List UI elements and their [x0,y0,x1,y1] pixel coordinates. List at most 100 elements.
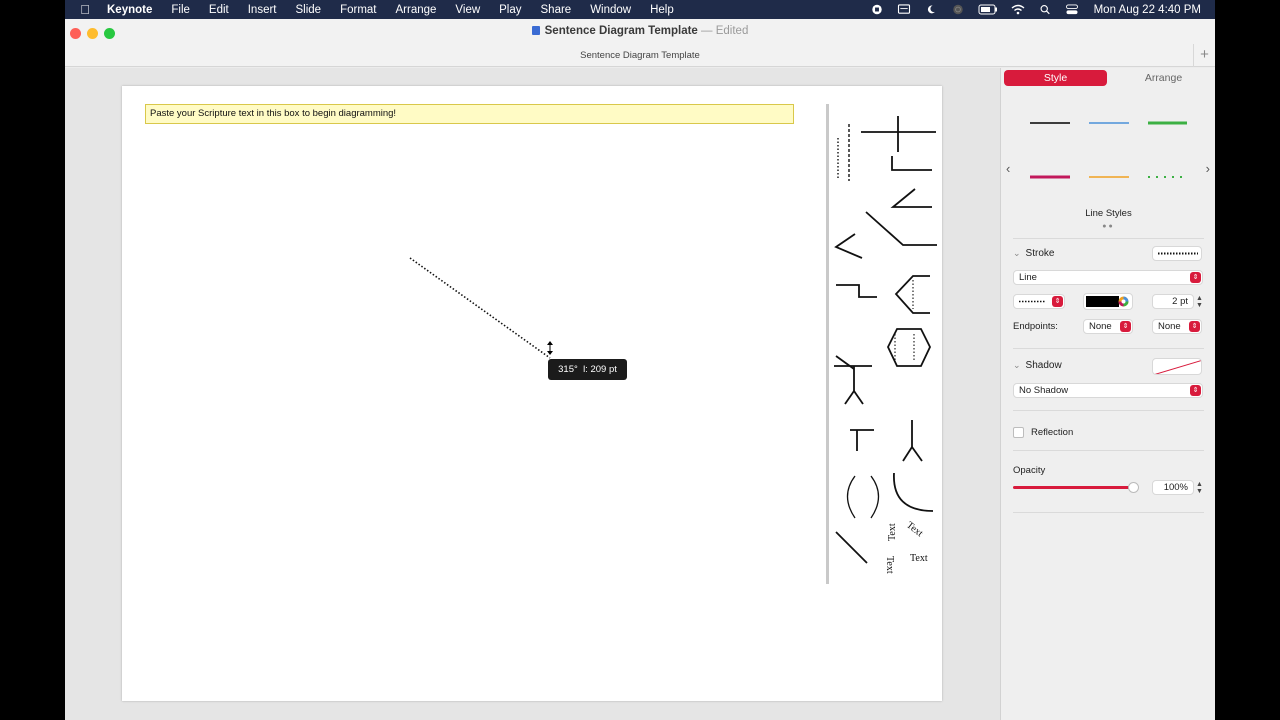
menu-insert[interactable]: Insert [248,4,277,16]
line-angle-length-tooltip: 315° l: 209 pt [548,359,627,380]
palette-text-vertical-down[interactable]: Text [884,556,895,574]
palette-arrow-pentagon[interactable] [894,275,930,314]
search-icon[interactable] [1038,4,1052,15]
dash-style-select[interactable]: ⇕ [1013,294,1065,309]
resize-cursor-icon [547,341,553,355]
palette-cross-baseline[interactable] [861,116,936,152]
apple-icon[interactable]:  [73,2,97,17]
opacity-field[interactable]: 100% [1152,480,1194,495]
palette-step-line[interactable] [836,284,877,298]
palette-text-vertical-up[interactable]: Text [887,523,898,541]
do-not-disturb-icon[interactable] [924,4,938,15]
shadow-preset-button[interactable] [1152,358,1202,375]
palette-corner-line[interactable] [891,156,932,171]
opacity-slider-knob[interactable] [1127,482,1139,493]
menu-bar-status: Mon Aug 22 4:40 PM [870,0,1201,19]
no-shadow-slash-icon [1154,360,1201,374]
screen:  Keynote File Edit Insert Slide Format … [0,0,1280,720]
shadow-select[interactable]: No Shadow ⇕ [1013,383,1203,398]
opacity-label: Opacity [1013,465,1046,476]
document-name: Sentence Diagram Template [544,25,698,37]
end-endpoint-select[interactable]: None ⇕ [1152,319,1202,334]
keynote-window: Sentence Diagram Template — Edited Sente… [65,19,1215,720]
chevron-right-icon[interactable]: › [1206,161,1210,176]
opacity-stepper[interactable]: ▲ ▼ [1196,481,1203,495]
battery-icon[interactable] [978,4,998,15]
menu-arrange[interactable]: Arrange [396,4,437,16]
inspector-tabs: Style Arrange [1004,70,1209,86]
shadow-heading: Shadow [1025,360,1062,371]
stroke-heading: Stroke [1025,248,1055,259]
reflection-checkbox[interactable] [1013,427,1024,438]
palette-diagonal-line[interactable] [835,531,868,564]
opacity-slider[interactable] [1013,486,1133,489]
separator [1013,348,1204,349]
edited-label: Edited [715,25,749,37]
menu-help[interactable]: Help [650,4,674,16]
tab-document[interactable]: Sentence Diagram Template [65,50,1215,61]
dotted-line-being-drawn[interactable] [409,257,551,359]
menu-window[interactable]: Window [590,4,631,16]
stroke-section-header[interactable]: ⌄ Stroke [1013,248,1054,259]
menu-share[interactable]: Share [541,4,572,16]
shadow-section-header[interactable]: ⌄ Shadow [1013,360,1062,371]
dotted-stroke-preview-icon [1158,252,1198,255]
document-separator: — [701,25,713,37]
palette-slant-baseline[interactable] [890,188,932,208]
slide[interactable]: Paste your Scripture text in this box to… [122,86,942,701]
palette-angled-modifier[interactable] [865,211,937,246]
stroke-preset-button[interactable] [1152,246,1202,261]
separator [1013,410,1204,411]
palette-text-diagonal[interactable]: Text [904,520,925,540]
format-inspector: Style Arrange ‹ › Line Styles ●● ⌄ Stroke [1000,68,1215,720]
display-icon[interactable] [897,4,911,15]
tab-arrange[interactable]: Arrange [1112,70,1215,86]
page-indicator-dots[interactable]: ●● [1001,223,1216,230]
menu-edit[interactable]: Edit [209,4,229,16]
palette-text-horizontal[interactable]: Text [910,553,928,564]
add-tab-button[interactable]: + [1193,44,1215,67]
control-center-icon[interactable] [1065,4,1079,15]
menu-play[interactable]: Play [499,4,521,16]
color-wheel-icon[interactable] [1118,296,1129,307]
palette-chevron[interactable] [834,233,863,259]
stroke-color-swatch [1086,296,1119,307]
stroke-width-value: 2 pt [1172,296,1188,307]
stop-recording-icon[interactable] [870,4,884,15]
stroke-type-select[interactable]: Line ⇕ [1013,270,1203,285]
start-endpoint-select[interactable]: None ⇕ [1083,319,1133,334]
keynote-document-icon [531,26,540,35]
menu-clock[interactable]: Mon Aug 22 4:40 PM [1094,4,1201,16]
airdrop-icon[interactable] [951,4,965,15]
reflection-label: Reflection [1031,427,1074,438]
menu-file[interactable]: File [171,4,190,16]
document-title[interactable]: Sentence Diagram Template — Edited [65,25,1215,37]
palette-curved-line[interactable] [893,472,934,512]
palette-t-shape[interactable] [850,429,874,451]
menu-view[interactable]: View [455,4,480,16]
palette-vertical-dotted-lines[interactable] [837,124,850,181]
menu-app-name[interactable]: Keynote [107,4,152,16]
menu-slide[interactable]: Slide [296,4,322,16]
stroke-width-stepper[interactable]: ▲ ▼ [1196,295,1203,309]
stroke-color-well[interactable] [1083,293,1133,310]
popup-arrows-icon: ⇕ [1052,296,1063,307]
slide-canvas[interactable]: Paste your Scripture text in this box to… [65,68,1000,720]
separator [1013,238,1204,239]
menu-format[interactable]: Format [340,4,376,16]
palette-parentheses[interactable] [846,475,880,519]
popup-arrows-icon: ⇕ [1189,321,1200,332]
disclosure-chevron-icon: ⌄ [1013,248,1021,258]
chevron-left-icon[interactable]: ‹ [1006,161,1010,176]
palette-inverted-y[interactable] [902,420,923,462]
shadow-value: No Shadow [1019,385,1069,396]
menu-bar:  Keynote File Edit Insert Slide Format … [65,0,1215,19]
palette-y-fork[interactable] [834,355,872,405]
palette-hexagon[interactable] [886,328,932,367]
stroke-width-field[interactable]: 2 pt [1152,294,1194,309]
tab-style[interactable]: Style [1004,70,1107,86]
wifi-icon[interactable] [1011,4,1025,15]
separator [1013,450,1204,451]
popup-arrows-icon: ⇕ [1190,272,1201,283]
diagram-drawing: Text Text Text Text [409,116,937,574]
